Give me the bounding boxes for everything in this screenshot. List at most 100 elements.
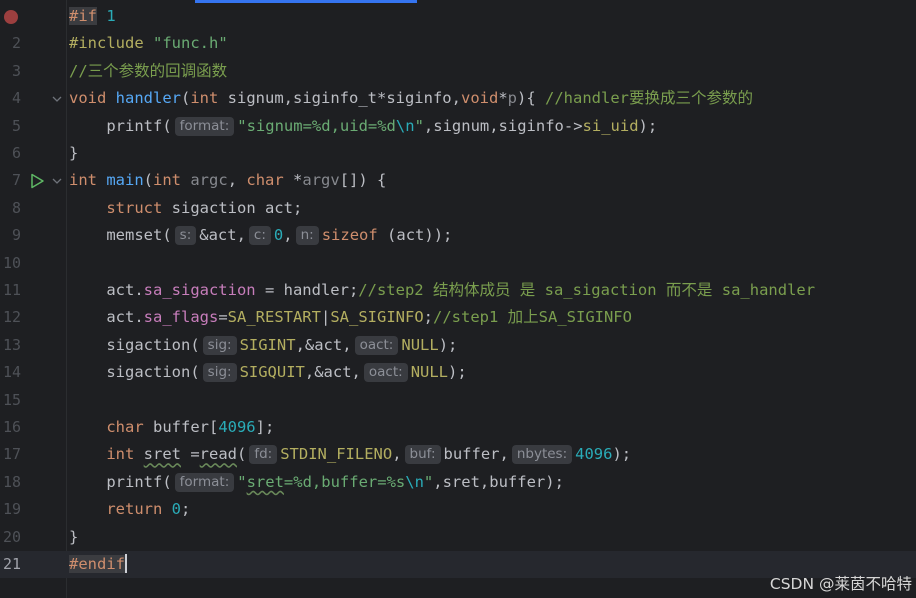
watermark: CSDN @莱茵不哈特 bbox=[769, 575, 912, 593]
code-text[interactable]: printf(format: "sret=%d,buffer=%s\n",sret… bbox=[69, 469, 564, 496]
code-text[interactable]: printf(format: "signum=%d,uid=%d\n",signu… bbox=[69, 113, 657, 140]
code-line-19[interactable]: 19 return 0; bbox=[0, 496, 916, 523]
code-line-6[interactable]: 6 } bbox=[0, 140, 916, 167]
struct-field: sa_flags bbox=[143, 308, 219, 327]
parameter-hint: c: bbox=[248, 226, 271, 246]
code-line-4[interactable]: 4 void handler(int signum,siginfo_t*sigi… bbox=[0, 85, 916, 112]
macro: SA_RESTART bbox=[227, 308, 321, 327]
line-number: 12 bbox=[2, 308, 21, 327]
code-line-18[interactable]: 18 printf(format: "sret=%d,buffer=%s\n",s… bbox=[0, 469, 916, 496]
string-typo-warning: sret bbox=[246, 472, 284, 491]
line-number: 10 bbox=[2, 253, 21, 272]
code-plain: (act)); bbox=[377, 226, 453, 245]
code-editor[interactable]: #if 1 2 #include "func.h" 3 //三个参数的回调函数 … bbox=[0, 0, 916, 598]
code-plain: sigaction( bbox=[106, 335, 200, 354]
code-line-16[interactable]: 16 char buffer[4096]; bbox=[0, 414, 916, 441]
code-line-1[interactable]: #if 1 bbox=[0, 3, 916, 30]
punct: ); bbox=[448, 363, 467, 382]
code-text[interactable]: } bbox=[69, 140, 78, 167]
code-line-10[interactable]: 10 bbox=[0, 250, 916, 277]
macro: SIGQUIT bbox=[239, 363, 305, 382]
code-text[interactable]: int main(int argc, char *argv[]) { bbox=[69, 167, 386, 194]
line-number: 6 bbox=[11, 144, 21, 162]
code-text[interactable]: #if 1 bbox=[69, 3, 116, 30]
code-line-5[interactable]: 5 printf(format: "signum=%d,uid=%d\n",sig… bbox=[0, 113, 916, 140]
parameter-hint: fd: bbox=[249, 445, 278, 465]
macro: STDIN_FILENO bbox=[280, 445, 393, 464]
code-plain: act. bbox=[106, 308, 144, 327]
code-line-7[interactable]: 7 int main(int argc, char *argv[]) { bbox=[0, 167, 916, 194]
macro: si_uid bbox=[582, 116, 639, 135]
code-line-13[interactable]: 13 sigaction(sig: SIGINT,&act, oact: NULL); bbox=[0, 332, 916, 359]
punct: ; bbox=[423, 308, 433, 327]
code-text[interactable]: struct sigaction act; bbox=[69, 195, 302, 222]
function-name: main bbox=[106, 171, 144, 190]
code-text[interactable]: sigaction(sig: SIGQUIT,&act, oact: NULL); bbox=[69, 359, 467, 386]
code-plain: printf( bbox=[106, 116, 172, 135]
line-number: 21 bbox=[2, 555, 21, 573]
line-number: 20 bbox=[2, 527, 21, 546]
string-literal: "signum=%d,uid=%d bbox=[237, 116, 396, 135]
code-plain: sigaction( bbox=[106, 363, 200, 382]
line-number: 17 bbox=[2, 445, 21, 464]
punct: []) { bbox=[339, 171, 387, 190]
escape-seq: \n bbox=[405, 472, 424, 491]
fold-chevron-icon[interactable] bbox=[52, 94, 62, 104]
macro: NULL bbox=[401, 335, 439, 354]
line-number: 5 bbox=[11, 116, 21, 135]
escape-seq: \n bbox=[395, 116, 415, 135]
parameter-hint: oact: bbox=[354, 335, 399, 355]
code-text[interactable]: return 0; bbox=[69, 496, 190, 523]
code-line-11[interactable]: 11 act.sa_sigaction = handler;//step2 结构… bbox=[0, 277, 916, 304]
code-plain: buffer, bbox=[443, 445, 509, 464]
run-icon[interactable] bbox=[29, 173, 45, 189]
code-text[interactable]: } bbox=[69, 524, 78, 551]
number-literal: 0 bbox=[273, 226, 284, 245]
code-plain: signum,siginfo_t*siginfo, bbox=[218, 89, 461, 108]
punct: ); bbox=[638, 116, 658, 135]
code-plain: ,&act, bbox=[304, 363, 361, 382]
macro: SIGINT bbox=[239, 335, 296, 354]
breakpoint-icon[interactable] bbox=[4, 10, 18, 24]
code-line-3[interactable]: 3 //三个参数的回调函数 bbox=[0, 58, 916, 85]
keyword: return bbox=[106, 500, 163, 519]
code-text[interactable]: void handler(int signum,siginfo_t*siginf… bbox=[69, 85, 753, 112]
parameter-hint: sig: bbox=[202, 363, 237, 383]
punct: ; bbox=[181, 500, 191, 519]
macro: SA_SIGINFO bbox=[330, 308, 424, 327]
keyword: int bbox=[190, 89, 219, 108]
punct: ]; bbox=[255, 418, 275, 436]
parameter-hint: format: bbox=[174, 116, 235, 136]
code-line-17[interactable]: 17 int sret =read(fd: STDIN_FILENO, buf: bu… bbox=[0, 441, 916, 468]
param-name: argc bbox=[181, 171, 228, 190]
punct: } bbox=[69, 144, 79, 162]
code-text[interactable]: #include "func.h" bbox=[69, 30, 228, 57]
code-line-8[interactable]: 8 struct sigaction act; bbox=[0, 195, 916, 222]
punct: * bbox=[498, 89, 508, 108]
code-line-20[interactable]: 20 } bbox=[0, 524, 916, 551]
code-plain: ,sret,buffer); bbox=[433, 472, 564, 491]
code-line-15[interactable]: 15 bbox=[0, 387, 916, 414]
fold-chevron-icon[interactable] bbox=[52, 176, 62, 186]
keyword: int bbox=[69, 171, 97, 190]
code-text[interactable]: act.sa_sigaction = handler;//step2 结构体成员… bbox=[69, 277, 815, 304]
code-text[interactable]: act.sa_flags=SA_RESTART|SA_SIGINFO;//ste… bbox=[69, 304, 632, 331]
code-text[interactable]: memset(s: &act, c: 0, n: sizeof (act)); bbox=[69, 222, 452, 249]
code-text[interactable]: #endif bbox=[69, 551, 127, 578]
code-line-14[interactable]: 14 sigaction(sig: SIGQUIT,&act, oact: NULL)… bbox=[0, 359, 916, 386]
code-plain: = bbox=[181, 445, 200, 464]
code-plain: printf( bbox=[106, 472, 172, 491]
code-text[interactable]: char buffer[4096]; bbox=[69, 414, 274, 441]
number-literal: 1 bbox=[106, 7, 116, 25]
code-line-12[interactable]: 12 act.sa_flags=SA_RESTART|SA_SIGINFO;//… bbox=[0, 304, 916, 331]
punct: } bbox=[69, 527, 79, 546]
code-text[interactable]: sigaction(sig: SIGINT,&act, oact: NULL); bbox=[69, 332, 457, 359]
parameter-hint: format: bbox=[174, 472, 235, 492]
code-text[interactable]: //三个参数的回调函数 bbox=[69, 58, 227, 85]
preprocessor-if: #if bbox=[69, 7, 97, 25]
code-text[interactable]: int sret =read(fd: STDIN_FILENO, buf: buffe… bbox=[69, 441, 631, 468]
function-name: handler bbox=[115, 89, 181, 108]
code-plain: buffer[ bbox=[143, 418, 219, 436]
code-line-9[interactable]: 9 memset(s: &act, c: 0, n: sizeof (act)); bbox=[0, 222, 916, 249]
code-line-2[interactable]: 2 #include "func.h" bbox=[0, 30, 916, 57]
